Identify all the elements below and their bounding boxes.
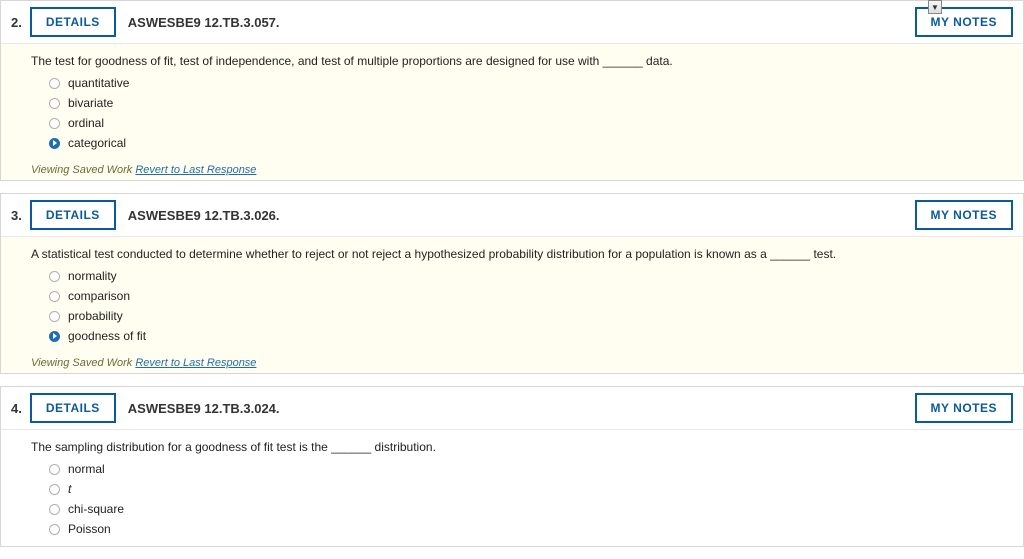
radio-unselected-icon[interactable] <box>49 98 60 109</box>
radio-unselected-icon[interactable] <box>49 464 60 475</box>
question-number: 4. <box>11 401 22 416</box>
choice-label: normal <box>68 462 105 476</box>
question-header: 4. DETAILS ASWESBE9 12.TB.3.024. MY NOTES <box>1 387 1023 430</box>
question-block: 2.DETAILSASWESBE9 12.TB.3.057.MY NOTESTh… <box>0 0 1024 181</box>
saved-work-bar: Viewing Saved Work Revert to Last Respon… <box>1 160 1023 180</box>
choice-item[interactable]: goodness of fit <box>49 329 993 343</box>
choice-item[interactable]: probability <box>49 309 993 323</box>
radio-unselected-icon[interactable] <box>49 504 60 515</box>
choice-item[interactable]: ordinal <box>49 116 993 130</box>
saved-work-bar: Viewing Saved Work Revert to Last Respon… <box>1 353 1023 373</box>
choice-item[interactable]: normality <box>49 269 993 283</box>
viewing-saved-label: Viewing Saved Work <box>31 357 132 369</box>
my-notes-button[interactable]: MY NOTES <box>915 393 1013 423</box>
radio-unselected-icon[interactable] <box>49 78 60 89</box>
choice-item[interactable]: normal <box>49 462 993 476</box>
details-button[interactable]: DETAILS <box>30 200 116 230</box>
question-block: 4. DETAILS ASWESBE9 12.TB.3.024. MY NOTES Th… <box>0 386 1024 547</box>
choice-item[interactable]: Poisson <box>49 522 993 536</box>
question-code: ASWESBE9 12.TB.3.024. <box>128 401 280 416</box>
question-block: 3. DETAILS ASWESBE9 12.TB.3.026. MY NOTES A … <box>0 193 1024 374</box>
choice-label: categorical <box>68 136 126 150</box>
choice-item[interactable]: categorical <box>49 136 993 150</box>
my-notes-button[interactable]: MY NOTES <box>915 200 1013 230</box>
question-prompt: A statistical test conducted to determin… <box>31 247 993 261</box>
dropdown-indicator[interactable]: ▼ <box>928 0 942 14</box>
choice-item[interactable]: bivariate <box>49 96 993 110</box>
details-button[interactable]: DETAILS <box>30 393 116 423</box>
choice-label: t <box>68 482 71 496</box>
choice-label: goodness of fit <box>68 329 146 343</box>
choice-item[interactable]: chi-square <box>49 502 993 516</box>
choice-label: probability <box>68 309 123 323</box>
question-number: 3. <box>11 208 22 223</box>
choice-label: quantitative <box>68 76 129 90</box>
question-number: 2. <box>11 15 22 30</box>
radio-unselected-icon[interactable] <box>49 524 60 535</box>
choice-label: bivariate <box>68 96 113 110</box>
viewing-saved-label: Viewing Saved Work <box>31 164 132 176</box>
choice-label: Poisson <box>68 522 111 536</box>
radio-selected-icon[interactable] <box>49 331 60 342</box>
choice-list: quantitative bivariate ordinal categorical <box>31 76 993 150</box>
radio-unselected-icon[interactable] <box>49 311 60 322</box>
radio-unselected-icon[interactable] <box>49 484 60 495</box>
question-code: ASWESBE9 12.TB.3.057. <box>128 15 280 30</box>
revert-link[interactable]: Revert to Last Response <box>135 164 256 176</box>
radio-selected-icon[interactable] <box>49 138 60 149</box>
choice-label: ordinal <box>68 116 104 130</box>
choice-item[interactable]: t <box>49 482 993 496</box>
choice-item[interactable]: comparison <box>49 289 993 303</box>
choice-label: chi-square <box>68 502 124 516</box>
question-body: The sampling distribution for a goodness… <box>1 430 1023 546</box>
radio-unselected-icon[interactable] <box>49 291 60 302</box>
details-button[interactable]: DETAILS <box>30 7 116 37</box>
choice-label: comparison <box>68 289 130 303</box>
page-container: ▼ 2. DETAILS ASWESBE9 12.TB.3.057. MY NOTES… <box>0 0 1024 547</box>
choice-item[interactable]: quantitative <box>49 76 993 90</box>
question-body: A statistical test conducted to determin… <box>1 237 1023 353</box>
choice-list: normal t chi-square Poisson <box>31 462 993 536</box>
choice-label: normality <box>68 269 117 283</box>
radio-unselected-icon[interactable] <box>49 118 60 129</box>
question-body: The test for goodness of fit, test of in… <box>1 44 1023 160</box>
question-header: 2.DETAILSASWESBE9 12.TB.3.057.MY NOTES <box>1 1 1023 44</box>
question-header: 3. DETAILS ASWESBE9 12.TB.3.026. MY NOTES <box>1 194 1023 237</box>
question-prompt: The test for goodness of fit, test of in… <box>31 54 993 68</box>
radio-unselected-icon[interactable] <box>49 271 60 282</box>
question-prompt: The sampling distribution for a goodness… <box>31 440 993 454</box>
revert-link[interactable]: Revert to Last Response <box>135 357 256 369</box>
question-code: ASWESBE9 12.TB.3.026. <box>128 208 280 223</box>
choice-list: normality comparison probability goodness o… <box>31 269 993 343</box>
